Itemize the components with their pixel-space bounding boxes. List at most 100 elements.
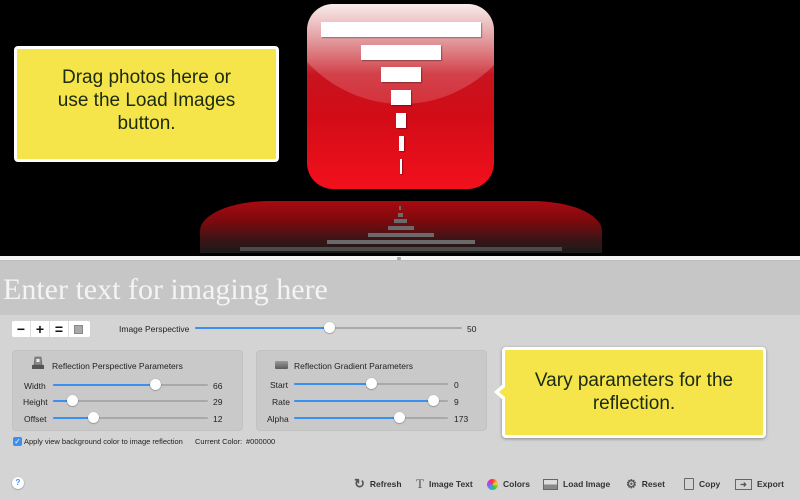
reflection-bar	[368, 233, 434, 237]
help-button[interactable]: ?	[12, 477, 24, 489]
reflection-bar	[240, 247, 562, 251]
slider-knob[interactable]	[88, 412, 100, 423]
picture-icon	[543, 478, 558, 490]
plus-icon: +	[35, 321, 45, 337]
gradient-icon	[275, 361, 288, 369]
reflection-bar	[399, 206, 401, 210]
clipboard-icon	[684, 478, 694, 490]
image-preview-area[interactable]: Drag photos here or use the Load Images …	[0, 0, 800, 256]
slider-knob[interactable]	[150, 379, 162, 390]
rate-value: 9	[454, 397, 459, 407]
minus-icon: −	[16, 321, 26, 337]
icon-bar	[399, 136, 404, 151]
vary-parameters-callout: Vary parameters for the reflection.	[494, 347, 766, 438]
export-label: Export	[757, 479, 784, 489]
app-window: Drag photos here or use the Load Images …	[0, 0, 800, 500]
gears-icon: ⚙	[626, 477, 637, 491]
start-value: 0	[454, 380, 459, 390]
slider-knob[interactable]	[66, 395, 78, 406]
image-text-button[interactable]: T Image Text	[416, 476, 473, 492]
text-icon: T	[416, 476, 424, 491]
icon-bar	[381, 67, 421, 82]
width-slider[interactable]	[53, 379, 208, 391]
slider-knob[interactable]	[323, 322, 335, 333]
reflection-perspective-group: Reflection Perspective Parameters Width …	[12, 350, 243, 431]
alpha-slider[interactable]	[294, 412, 448, 424]
preview-image	[307, 4, 494, 189]
reflection-bar	[394, 219, 407, 223]
zoom-in-button[interactable]: +	[31, 321, 50, 337]
reset-label: Reset	[641, 479, 665, 489]
reflection-gradient-title: Reflection Gradient Parameters	[294, 361, 414, 371]
reflection-bar	[388, 226, 414, 230]
zoom-controls: − + =	[12, 321, 90, 337]
image-reflection	[200, 201, 602, 253]
current-color-label: Current Color:	[195, 437, 243, 446]
refresh-button[interactable]: ↻ Refresh	[354, 476, 402, 492]
apply-background-checkbox[interactable]: ✓	[13, 437, 22, 446]
question-icon: ?	[15, 478, 21, 487]
reset-button[interactable]: ⚙ Reset	[626, 476, 665, 492]
icon-bar	[400, 159, 402, 174]
reflection-bar	[398, 213, 403, 217]
copy-label: Copy	[699, 479, 721, 489]
load-image-label: Load Image	[563, 479, 611, 489]
height-label: Height	[23, 397, 48, 407]
callout-pointer-fill	[499, 387, 505, 397]
image-perspective-label: Image Perspective	[119, 324, 190, 334]
image-text-label: Image Text	[428, 479, 473, 489]
icon-bar	[391, 90, 411, 105]
color-wheel-icon	[487, 478, 498, 490]
width-label: Width	[24, 381, 46, 391]
reflection-perspective-icon	[32, 356, 44, 369]
rate-label: Rate	[272, 397, 290, 407]
rate-slider[interactable]	[294, 395, 448, 407]
checkmark-icon: ✓	[14, 437, 21, 446]
alpha-label: Alpha	[267, 414, 289, 424]
height-slider[interactable]	[53, 395, 208, 407]
vary-parameters-callout-text: Vary parameters for the reflection.	[534, 370, 734, 414]
slider-fill	[294, 417, 399, 419]
image-icon	[74, 324, 83, 334]
offset-slider[interactable]	[53, 412, 208, 424]
height-value: 29	[213, 397, 223, 407]
slider-fill	[53, 384, 156, 386]
slider-fill	[53, 417, 94, 419]
image-perspective-slider[interactable]	[195, 322, 462, 334]
apply-background-label[interactable]: Apply view background color to image ref…	[24, 437, 183, 446]
start-label: Start	[270, 380, 288, 390]
width-value: 66	[213, 381, 223, 391]
offset-value: 12	[213, 414, 223, 424]
refresh-icon: ↻	[354, 476, 365, 491]
drag-photos-callout: Drag photos here or use the Load Images …	[14, 46, 279, 162]
reflection-gradient-group: Reflection Gradient Parameters Start 0 R…	[256, 350, 487, 431]
zoom-out-button[interactable]: −	[12, 321, 31, 337]
imaging-text-input[interactable]	[0, 261, 800, 315]
offset-label: Offset	[24, 414, 47, 424]
slider-knob[interactable]	[393, 412, 405, 423]
actual-size-button[interactable]: =	[50, 321, 69, 337]
drag-photos-callout-text: Drag photos here or use the Load Images …	[57, 67, 236, 134]
slider-knob[interactable]	[366, 378, 377, 389]
equals-icon: =	[54, 321, 64, 337]
copy-button[interactable]: Copy	[684, 476, 720, 492]
reflection-perspective-title: Reflection Perspective Parameters	[52, 361, 183, 371]
reflection-bar	[327, 240, 475, 244]
image-perspective-value: 50	[467, 324, 477, 334]
alpha-value: 173	[454, 414, 469, 424]
slider-knob[interactable]	[427, 395, 439, 406]
icon-bar	[361, 45, 441, 60]
icon-bar	[396, 113, 406, 128]
colors-button[interactable]: Colors	[487, 476, 530, 492]
slider-fill	[294, 400, 433, 402]
refresh-label: Refresh	[369, 479, 402, 489]
start-slider[interactable]	[294, 378, 448, 390]
export-icon: ➜	[735, 478, 752, 490]
export-button[interactable]: ➜ Export	[735, 476, 784, 492]
divider-grip-icon[interactable]	[397, 257, 401, 260]
slider-fill	[195, 327, 329, 329]
current-color-value: #000000	[246, 437, 276, 446]
slider-fill	[294, 383, 371, 385]
load-image-button[interactable]: Load Image	[543, 476, 610, 492]
fit-image-button[interactable]	[69, 321, 88, 337]
